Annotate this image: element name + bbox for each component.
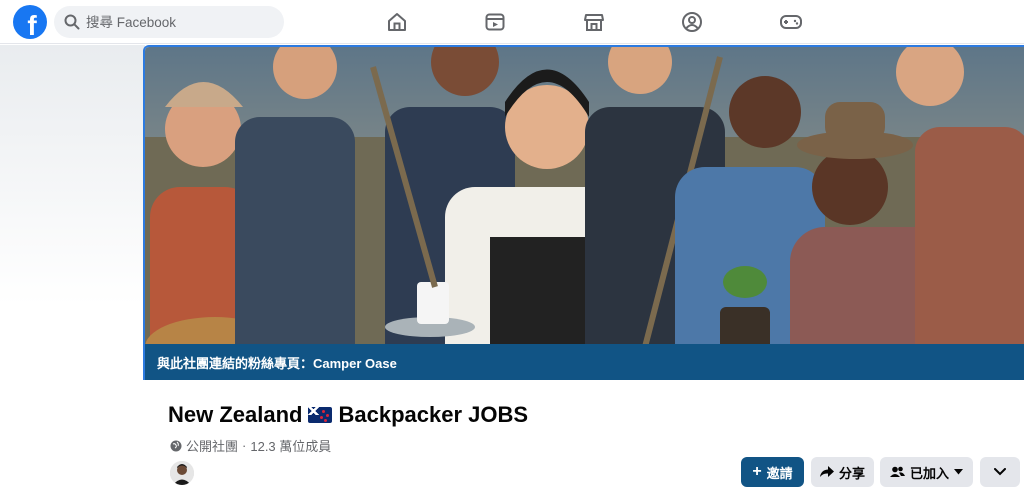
globe-icon (170, 440, 182, 451)
meta-separator: · (242, 438, 247, 453)
caret-down-icon (954, 469, 963, 475)
group-meta: 公開社團 · 12.3 萬位成員 (170, 436, 331, 455)
home-icon[interactable] (384, 9, 410, 35)
member-avatar[interactable] (170, 461, 194, 485)
joined-label: 已加入 (909, 465, 949, 481)
facebook-logo[interactable]: f (13, 5, 47, 39)
privacy-label[interactable]: 公開社團 (186, 436, 238, 455)
invite-button[interactable]: + 邀請 (741, 457, 804, 487)
marketplace-icon[interactable] (581, 9, 607, 35)
groups-icon[interactable] (679, 9, 705, 35)
joined-button[interactable]: 已加入 (880, 457, 973, 487)
group-cover-photo[interactable]: 與此社團連結的粉絲專頁：Camper Oase (143, 45, 1024, 380)
members-icon (889, 466, 905, 477)
video-icon[interactable] (482, 9, 508, 35)
share-button[interactable]: 分享 (811, 457, 874, 487)
more-options-button[interactable] (980, 457, 1020, 487)
search-input[interactable] (86, 14, 266, 30)
share-label: 分享 (838, 465, 865, 481)
linked-page-banner[interactable]: 與此社團連結的粉絲專頁：Camper Oase (145, 344, 1024, 380)
plus-icon: + (752, 463, 762, 480)
share-icon (819, 466, 834, 477)
member-count[interactable]: 12.3 萬位成員 (250, 436, 331, 455)
linked-page-text[interactable]: 與此社團連結的粉絲專頁：Camper Oase (157, 353, 397, 372)
search-icon (64, 14, 80, 30)
cover-illustration (145, 47, 1024, 380)
chevron-down-icon (994, 468, 1006, 476)
top-navigation-bar: f (0, 0, 1024, 44)
side-gradient (0, 45, 145, 305)
gaming-icon[interactable] (778, 9, 804, 35)
new-zealand-flag-icon (308, 407, 333, 423)
invite-label: 邀請 (766, 465, 793, 481)
group-name-part2[interactable]: Backpacker JOBS (338, 402, 528, 428)
group-title[interactable]: New Zealand Backpacker JOBS (168, 402, 528, 428)
group-name-part1[interactable]: New Zealand (168, 402, 302, 428)
search-box[interactable] (54, 6, 284, 38)
